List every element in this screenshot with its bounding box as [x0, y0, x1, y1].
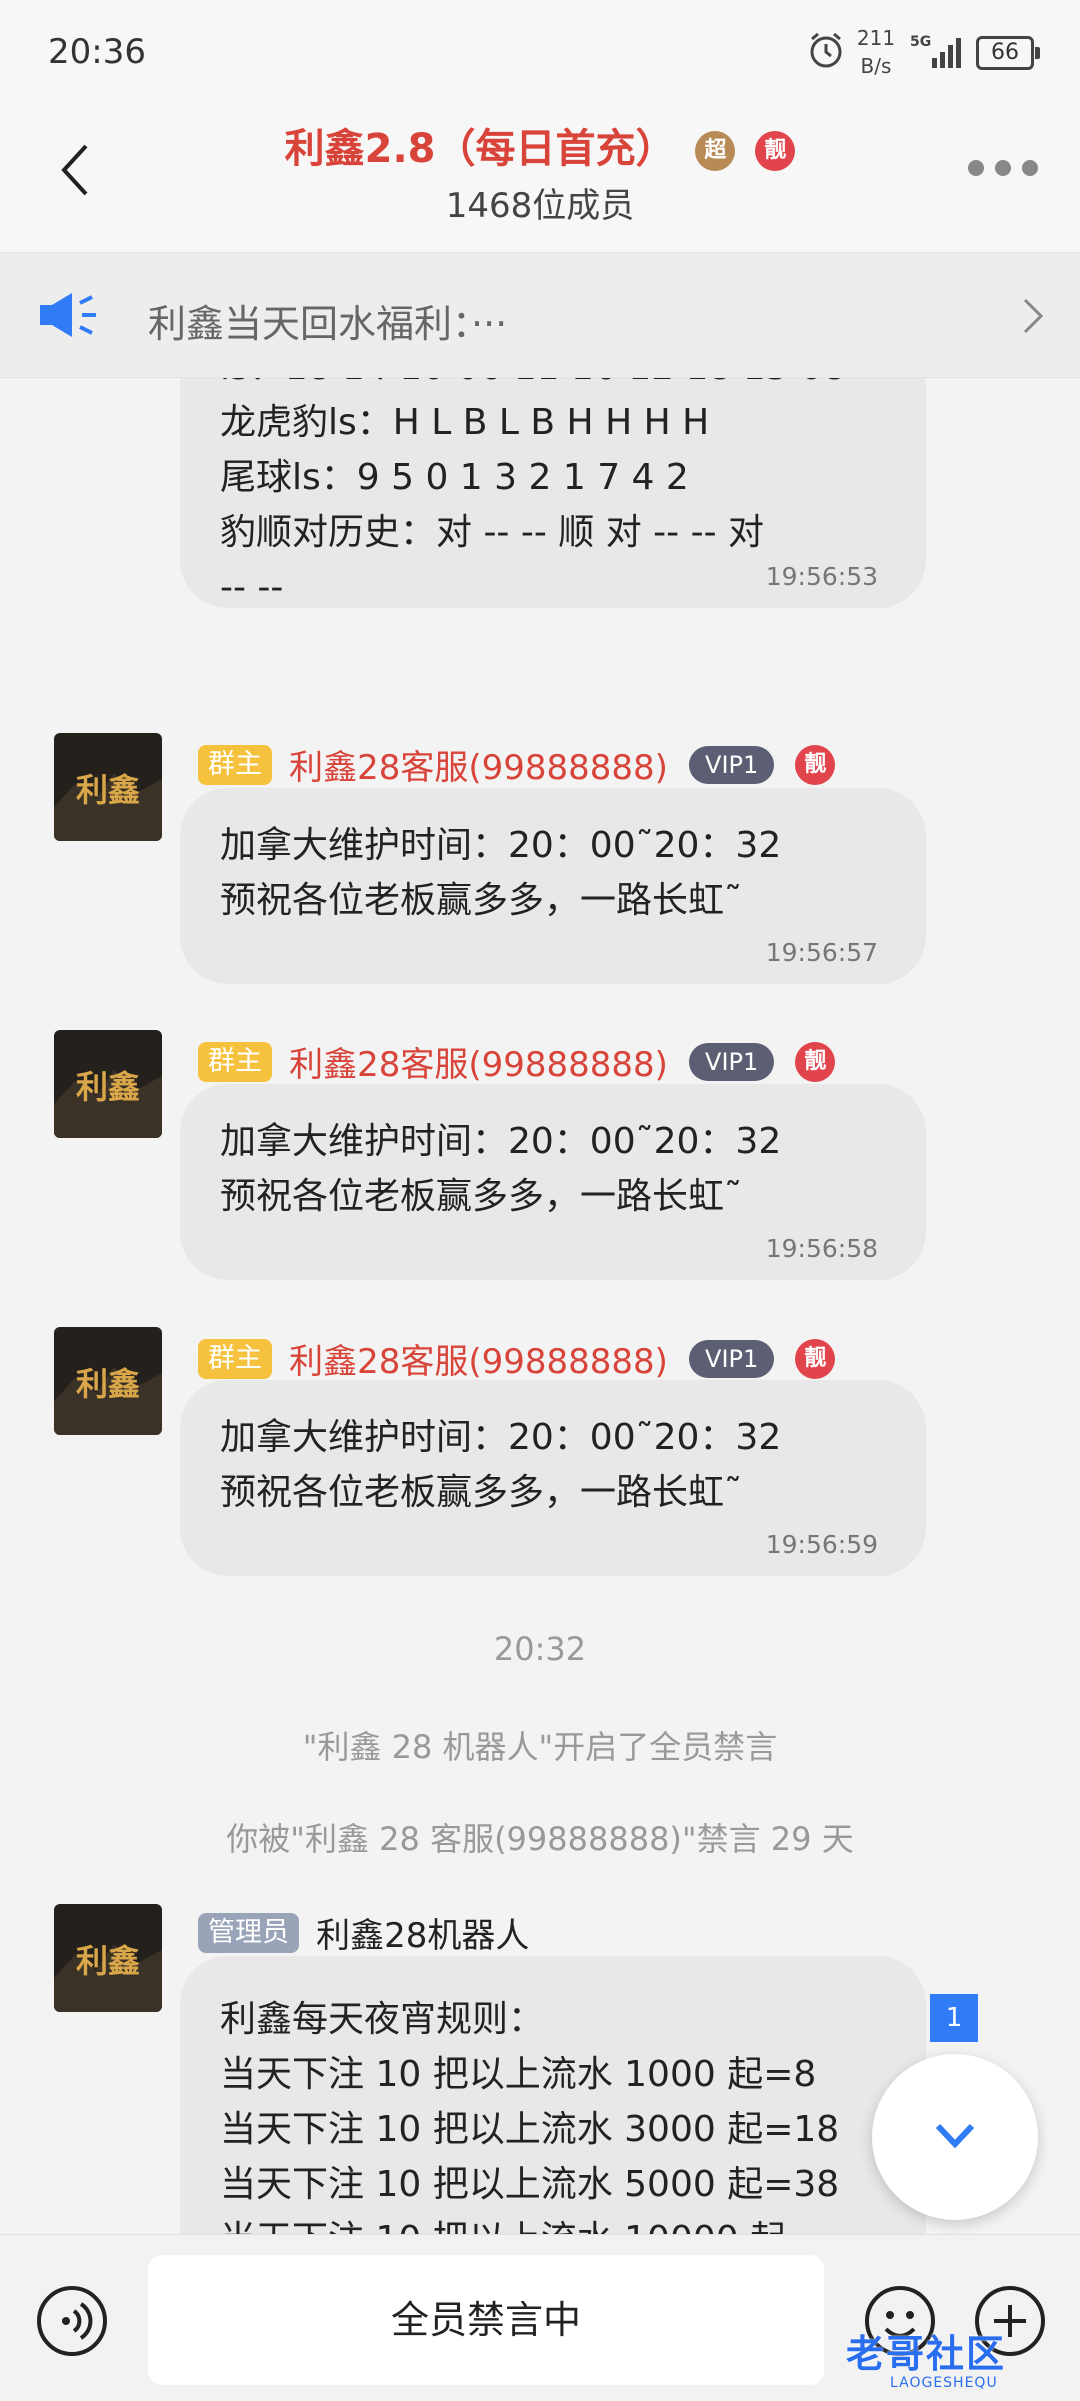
message-line: 预祝各位老板赢多多，一路长虹˜	[220, 1176, 743, 1217]
message-line: ls：18 14 10 06 11 16 12 18 15 08	[220, 378, 846, 395]
message-bubble[interactable]: 加拿大维护时间：20：00˜20：32 预祝各位老板赢多多，一路长虹˜ 19:5…	[180, 788, 926, 984]
svg-text:利鑫: 利鑫	[76, 1942, 140, 1980]
message-line: 加拿大维护时间：20：00˜20：32	[220, 1417, 782, 1458]
unread-count-badge[interactable]: 1	[930, 1994, 978, 2042]
message-list[interactable]: ls：18 14 10 06 11 16 12 18 15 08 龙虎豹ls：H…	[0, 378, 1080, 2234]
message-line: -- --	[220, 567, 284, 608]
message-line: 当天下注 10 把以上流水 1000 起=8	[220, 2054, 817, 2095]
owner-tag: 群主	[198, 1338, 272, 1379]
group-name: 利鑫2.8（每日首充）	[284, 126, 676, 172]
message-bubble[interactable]: ls：18 14 10 06 11 16 12 18 15 08 龙虎豹ls：H…	[180, 378, 926, 608]
admin-tag: 管理员	[198, 1912, 299, 1953]
alarm-icon	[810, 32, 842, 68]
avatar-logo-icon: 利鑫	[54, 733, 162, 841]
speaker-icon	[40, 293, 96, 337]
member-count[interactable]: 1468位成员	[0, 178, 1080, 227]
message-line: 当天下注 10 把以上流水 3000 起=18	[220, 2109, 840, 2150]
battery-icon: 66	[976, 36, 1040, 70]
watermark: 老哥社区	[846, 2332, 1007, 2376]
message-line: 利鑫每天夜宵规则：	[220, 1999, 545, 2040]
owner-tag: 群主	[198, 744, 272, 785]
notice-text: 利鑫当天回水福利：···	[148, 302, 508, 346]
message-time: 19:56:59	[765, 1530, 878, 1559]
message-bubble[interactable]: 加拿大维护时间：20：00˜20：32 预祝各位老板赢多多，一路长虹˜ 19:5…	[180, 1380, 926, 1576]
message-line: 尾球ls：9 5 0 1 3 2 1 7 4 2	[220, 457, 689, 498]
sender-row: 群主 利鑫28客服(99888888) VIP1 靓	[198, 1037, 836, 1085]
avatar[interactable]: 利鑫	[54, 1030, 162, 1138]
avatar[interactable]: 利鑫	[54, 733, 162, 841]
owner-tag: 群主	[198, 1041, 272, 1082]
input-bar: 全员禁言中 老哥社区 LAOGESHEQU	[0, 2234, 1080, 2401]
svg-text:利鑫: 利鑫	[76, 1068, 140, 1106]
voice-icon[interactable]	[36, 2285, 108, 2357]
sender-row: 群主 利鑫28客服(99888888) VIP1 靓	[198, 1334, 836, 1382]
liang-badge: 靓	[755, 131, 796, 171]
sender-row: 管理员 利鑫28机器人	[198, 1908, 529, 1956]
vip-badge: VIP1	[689, 1042, 775, 1081]
time-divider: 20:32	[493, 1630, 587, 1668]
message-line: 加拿大维护时间：20：00˜20：32	[220, 825, 782, 866]
vip-badge: VIP1	[689, 1339, 775, 1378]
system-notice: 你被"利鑫 28 客服(99888888)"禁言 29 天	[226, 1820, 854, 1858]
sender-name[interactable]: 利鑫28客服(99888888)	[289, 740, 668, 789]
message-time: 19:56:58	[765, 1234, 878, 1263]
chevron-down-icon	[935, 2123, 975, 2149]
muted-input-field: 全员禁言中	[148, 2255, 824, 2385]
message-line: 加拿大维护时间：20：00˜20：32	[220, 1121, 782, 1162]
chat-header: 利鑫2.8（每日首充） 超 靓 1468位成员	[0, 100, 1080, 253]
group-title: 利鑫2.8（每日首充） 超 靓	[0, 116, 1080, 174]
system-notice: "利鑫 28 机器人"开启了全员禁言	[302, 1728, 778, 1766]
avatar[interactable]: 利鑫	[54, 1904, 162, 2012]
sender-name[interactable]: 利鑫28客服(99888888)	[289, 1334, 668, 1383]
chevron-right-icon	[1023, 298, 1044, 334]
message-bubble[interactable]: 利鑫每天夜宵规则： 当天下注 10 把以上流水 1000 起=8 当天下注 10…	[180, 1956, 926, 2234]
watermark-sub: LAOGESHEQU	[890, 2375, 998, 2391]
net-speed: 211 B/s	[856, 26, 896, 78]
super-badge: 超	[695, 131, 736, 171]
avatar-logo-icon: 利鑫	[54, 1327, 162, 1435]
vip-badge: VIP1	[689, 745, 775, 784]
group-notice-bar[interactable]: 利鑫当天回水福利：···	[0, 253, 1080, 378]
message-time: 19:56:53	[765, 562, 878, 591]
message-line: 当天下注 10 把以上流水 5000 起=38	[220, 2164, 840, 2205]
message-line: 预祝各位老板赢多多，一路长虹˜	[220, 1472, 743, 1513]
avatar-logo-icon: 利鑫	[54, 1030, 162, 1138]
sender-name[interactable]: 利鑫28客服(99888888)	[289, 1037, 668, 1086]
liang-badge: 靓	[795, 744, 836, 785]
liang-badge: 靓	[795, 1338, 836, 1379]
message-line: 当天下注 10 把以上流水 10000 起	[220, 2212, 839, 2234]
message-line: 龙虎豹ls：H L B L B H H H H	[220, 402, 710, 443]
svg-text:5G: 5G	[910, 34, 931, 50]
sender-name[interactable]: 利鑫28机器人	[316, 1908, 529, 1957]
liang-badge: 靓	[795, 1041, 836, 1082]
status-bar: 20:36 211 B/s 5G 66	[0, 0, 1080, 100]
message-line: 预祝各位老板赢多多，一路长虹˜	[220, 880, 743, 921]
status-time: 20:36	[48, 32, 146, 72]
avatar[interactable]: 利鑫	[54, 1327, 162, 1435]
more-icon[interactable]	[966, 156, 1040, 180]
message-bubble[interactable]: 加拿大维护时间：20：00˜20：32 预祝各位老板赢多多，一路长虹˜ 19:5…	[180, 1084, 926, 1280]
avatar-logo-icon: 利鑫	[54, 1904, 162, 2012]
message-time: 19:56:57	[765, 938, 878, 967]
signal-icon: 5G	[910, 34, 961, 68]
svg-text:利鑫: 利鑫	[76, 1365, 140, 1403]
sender-row: 群主 利鑫28客服(99888888) VIP1 靓	[198, 740, 836, 788]
scroll-to-bottom-button[interactable]	[872, 2054, 1038, 2220]
message-line: 豹顺对历史：对 -- -- 顺 对 -- -- 对	[220, 512, 765, 553]
svg-text:利鑫: 利鑫	[76, 771, 140, 809]
